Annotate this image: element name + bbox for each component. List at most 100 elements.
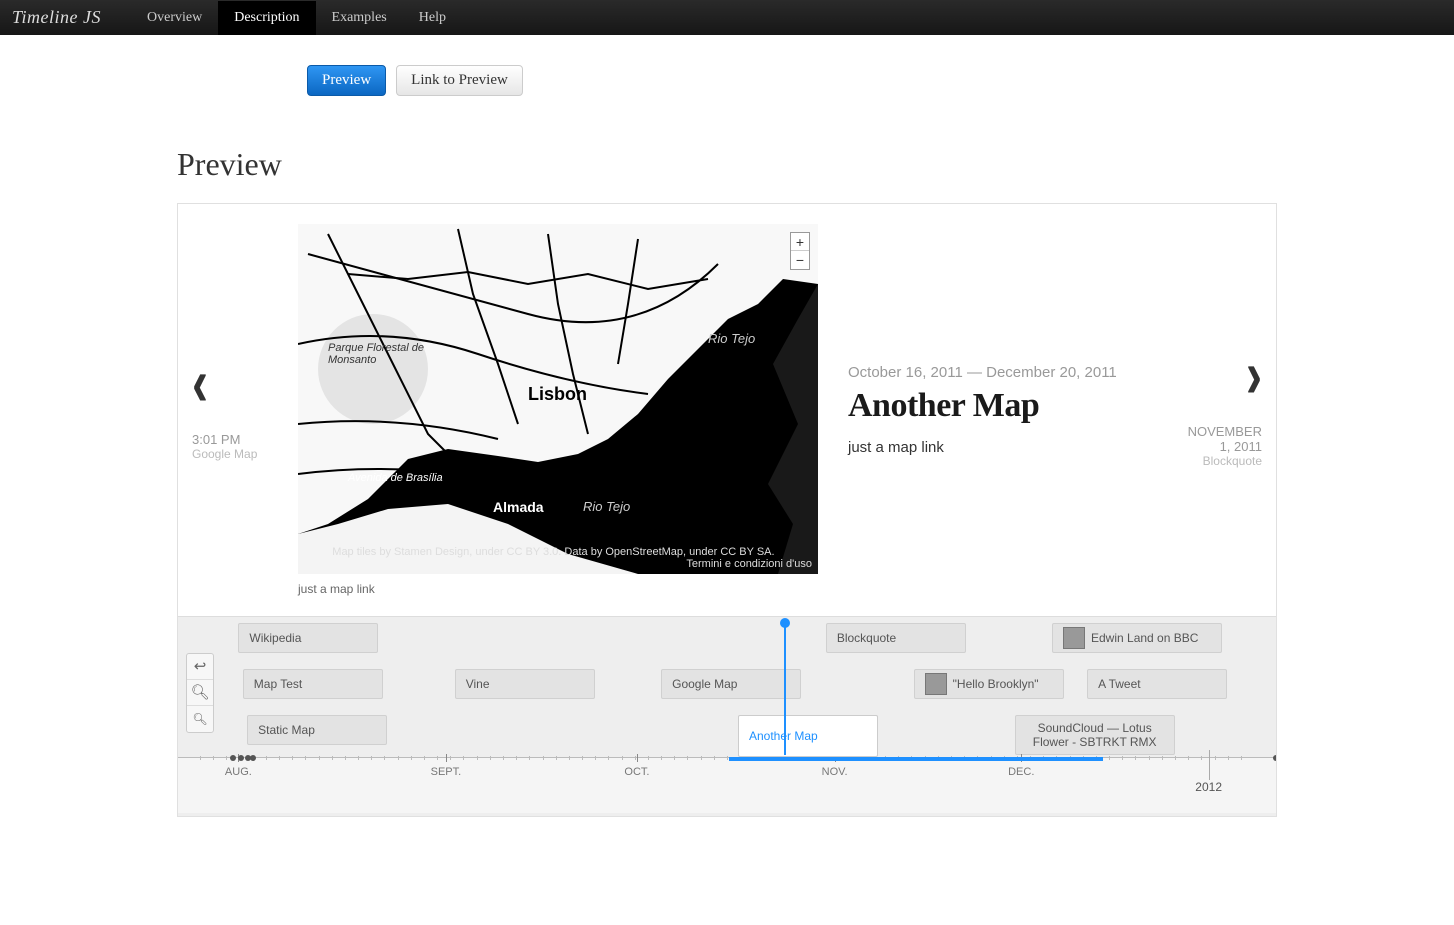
axis-minor-tick <box>622 756 623 760</box>
axis-minor-tick <box>1109 756 1110 760</box>
prev-time: 3:01 PM <box>192 432 240 447</box>
timenav-event[interactable]: Wikipedia <box>238 623 378 653</box>
axis-tick-label: OCT. <box>624 766 649 778</box>
axis-minor-tick <box>661 756 662 760</box>
timenav-event[interactable]: Blockquote <box>826 623 966 653</box>
map-zoom: + − <box>790 232 810 270</box>
axis-minor-tick <box>319 756 320 760</box>
next-label: Blockquote <box>1203 454 1262 468</box>
map-water2-label: Rio Tejo <box>583 499 630 514</box>
map-city-label: Lisbon <box>528 384 587 405</box>
axis-minor-tick <box>569 756 570 760</box>
event-label: A Tweet <box>1098 677 1140 691</box>
event-label: Wikipedia <box>249 631 301 645</box>
timenav-event[interactable]: "Hello Brooklyn" <box>914 669 1064 699</box>
axis-minor-tick <box>1201 756 1202 760</box>
event-label: Edwin Land on BBC <box>1091 631 1198 645</box>
timenav-back-icon[interactable]: ↩ <box>187 654 213 680</box>
brand[interactable]: Timeline JS <box>12 7 101 28</box>
axis-minor-tick <box>266 756 267 760</box>
timenav-marker[interactable] <box>784 619 786 755</box>
event-label: Map Test <box>254 677 302 691</box>
timeline-preview: ‹ 3:01 PM Google Map <box>177 203 1277 817</box>
timenav-zoom-out-icon[interactable]: 🔍︎ <box>187 706 213 732</box>
map-zoom-out[interactable]: − <box>791 251 809 269</box>
axis-minor-tick <box>556 756 557 760</box>
axis-minor-tick <box>1149 756 1150 760</box>
timenav-event[interactable]: Static Map <box>247 715 387 745</box>
prev-label: Google Map <box>192 447 257 461</box>
year-label: 2012 <box>1195 780 1222 794</box>
axis-minor-tick <box>727 756 728 760</box>
slide-date-range: October 16, 2011 — December 20, 2011 <box>848 364 1156 381</box>
map[interactable]: Lisbon Almada Rio Tejo Rio Tejo Parque F… <box>298 224 818 574</box>
time-nav: ↩ 🔍︎ 🔍︎ Wikipedia Map Test Static Map Vine G… <box>178 616 1276 816</box>
axis-minor-tick <box>226 756 227 760</box>
timenav-event[interactable]: SoundCloud — Lotus Flower - SBTRKT RMX <box>1015 715 1175 755</box>
next-arrow[interactable]: › NOVEMBER 1, 2011 Blockquote <box>1176 224 1276 596</box>
timenav-zoom-in-icon[interactable]: 🔍︎ <box>187 680 213 706</box>
preview-button[interactable]: Preview <box>307 65 386 96</box>
axis-minor-tick <box>635 756 636 760</box>
timenav-event[interactable]: Vine <box>455 669 595 699</box>
axis-tick-label: SEPT. <box>431 766 462 778</box>
chevron-left-icon: ‹ <box>192 350 208 417</box>
timenav-event[interactable]: Another Map <box>738 715 878 757</box>
map-credit: Map tiles by Stamen Design, under CC BY … <box>298 546 818 570</box>
axis-minor-tick <box>490 756 491 760</box>
event-label: Blockquote <box>837 631 896 645</box>
axis-tick-label: NOV. <box>822 766 848 778</box>
axis-minor-tick <box>1188 756 1189 760</box>
axis-minor-tick <box>279 756 280 760</box>
axis-minor-tick <box>424 756 425 760</box>
axis-event-dot <box>250 755 256 761</box>
axis-minor-tick <box>503 756 504 760</box>
year-flag <box>1209 750 1210 780</box>
nav-description[interactable]: Description <box>218 1 315 35</box>
axis-minor-tick <box>648 756 649 760</box>
axis-minor-tick <box>200 756 201 760</box>
axis-minor-tick <box>345 756 346 760</box>
slide-media: Lisbon Almada Rio Tejo Rio Tejo Parque F… <box>278 224 818 596</box>
axis-tick-label: AUG. <box>225 766 252 778</box>
chevron-right-icon: › <box>1246 342 1262 409</box>
axis-minor-tick <box>463 756 464 760</box>
axis-minor-tick <box>1228 756 1229 760</box>
timenav-event[interactable]: Map Test <box>243 669 383 699</box>
map-district-label: Almada <box>493 499 544 515</box>
slide-text: October 16, 2011 — December 20, 2011 Ano… <box>818 224 1176 596</box>
timenav-event[interactable]: Google Map <box>661 669 801 699</box>
map-zoom-in[interactable]: + <box>791 233 809 251</box>
top-navbar: Timeline JS Overview Description Example… <box>0 0 1454 35</box>
nav-examples[interactable]: Examples <box>316 1 403 35</box>
media-caption: just a map link <box>298 582 818 596</box>
event-label: Vine <box>466 677 490 691</box>
nav-help[interactable]: Help <box>403 1 462 35</box>
timenav-event[interactable]: Edwin Land on BBC <box>1052 623 1222 653</box>
axis-minor-tick <box>608 756 609 760</box>
link-preview-button[interactable]: Link to Preview <box>396 65 523 96</box>
map-terms[interactable]: Termini e condizioni d'uso <box>686 558 818 570</box>
prev-arrow[interactable]: ‹ 3:01 PM Google Map <box>178 224 278 596</box>
map-park-label: Parque Florestal de Monsanto <box>328 342 428 366</box>
timenav-axis[interactable]: 2012 AUG.SEPT.OCT.NOV.DEC. <box>178 757 1276 813</box>
axis-minor-tick <box>529 756 530 760</box>
axis-tick <box>446 754 447 762</box>
axis-minor-tick <box>701 756 702 760</box>
axis-minor-tick <box>358 756 359 760</box>
axis-minor-tick <box>1162 756 1163 760</box>
next-time: NOVEMBER 1, 2011 <box>1176 424 1262 454</box>
axis-minor-tick <box>1135 756 1136 760</box>
axis-minor-tick <box>674 756 675 760</box>
event-label: Static Map <box>258 723 315 737</box>
event-label: Google Map <box>672 677 737 691</box>
map-water1-label: Rio Tejo <box>708 331 755 346</box>
timenav-event[interactable]: A Tweet <box>1087 669 1227 699</box>
axis-minor-tick <box>411 756 412 760</box>
axis-minor-tick <box>595 756 596 760</box>
axis-minor-tick <box>305 756 306 760</box>
timenav-track[interactable]: Wikipedia Map Test Static Map Vine Google Ma… <box>178 617 1276 757</box>
nav-overview[interactable]: Overview <box>131 1 218 35</box>
axis-event-dot <box>230 755 236 761</box>
axis-minor-tick <box>1175 756 1176 760</box>
